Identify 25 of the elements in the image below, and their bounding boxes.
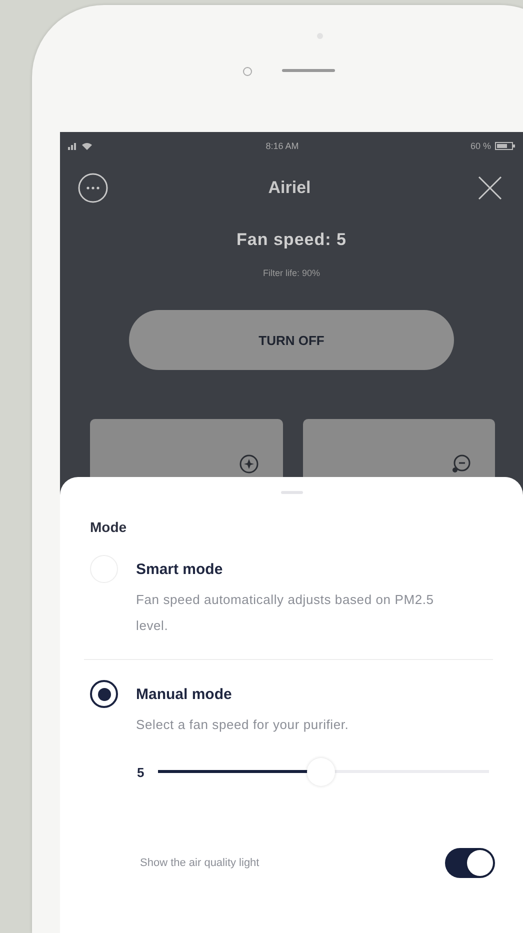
radio-button[interactable] <box>90 680 118 708</box>
fan-icon <box>238 454 258 474</box>
fan-speed-text: Fan speed: 5 <box>236 230 346 250</box>
status-time: 8:16 AM <box>266 141 299 151</box>
air-quality-light-toggle[interactable] <box>445 848 495 878</box>
filter-life-text: Filter life: 90% <box>262 268 320 278</box>
signal-icon <box>68 142 94 150</box>
camera-icon <box>243 67 252 76</box>
chat-icon <box>451 454 471 474</box>
mode-name: Smart mode <box>136 561 224 578</box>
speed-value: 5 <box>137 764 144 780</box>
device-title: Airiel <box>268 178 311 198</box>
battery-icon <box>494 142 515 150</box>
more-icon[interactable] <box>78 173 108 203</box>
mode-description: Select a fan speed for your purifier. <box>136 716 349 734</box>
close-icon[interactable] <box>477 175 503 201</box>
mode-description: Fan speed automatically adjusts based on PM2.5 level. <box>136 591 435 635</box>
battery-percent: 60 % <box>470 141 491 151</box>
turn-off-button[interactable]: TURN OFF <box>129 310 454 370</box>
mode-name: Manual mode <box>136 686 233 703</box>
slider-thumb[interactable] <box>307 758 336 786</box>
sheet-title: Mode <box>90 519 128 535</box>
speaker-grille <box>282 69 335 72</box>
toggle-label: Show the air quality light <box>140 857 260 869</box>
speed-slider[interactable] <box>158 758 489 786</box>
